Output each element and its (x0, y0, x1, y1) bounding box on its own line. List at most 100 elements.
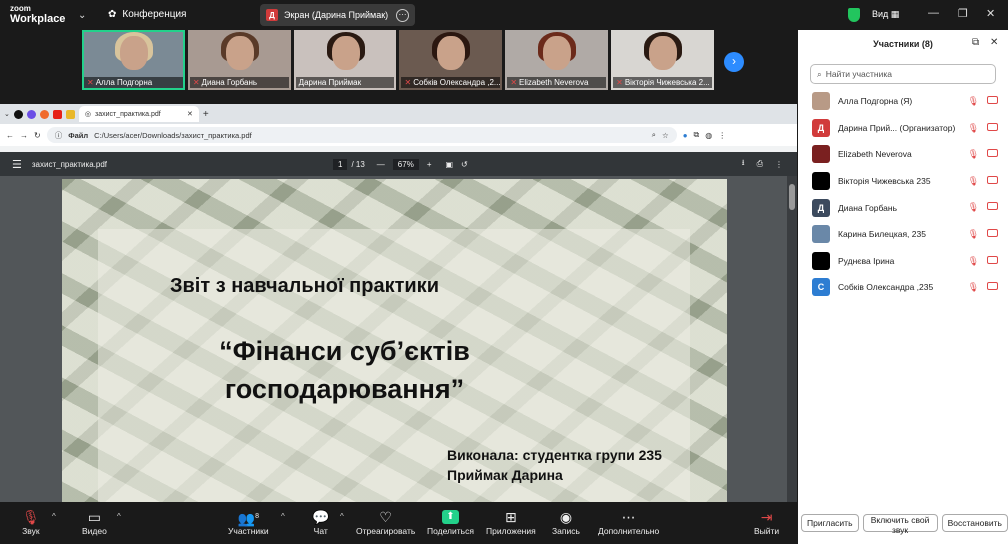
app-icon[interactable] (39, 109, 49, 119)
video-tile[interactable]: ✕ Вікторія Чижевська 2... (611, 30, 714, 90)
share-screen-button[interactable]: ⬆ Поделиться (427, 508, 474, 536)
participant-row[interactable]: Д Дарина Прий... (Организатор) 🎙 (798, 115, 1008, 142)
video-tile[interactable]: ✕ Алла Подгорна (82, 30, 185, 90)
url-field[interactable]: ⓘ Файл C:/Users/acer/Downloads/захист_пр… (46, 127, 677, 143)
extension-icon[interactable]: ● (683, 131, 688, 140)
more-options-icon[interactable]: ··· (396, 8, 409, 22)
hamburger-menu-icon[interactable]: ☰ (12, 158, 22, 171)
video-button[interactable]: ▭ Видео (82, 508, 107, 536)
youtube-icon[interactable] (52, 109, 62, 119)
participant-row[interactable]: Алла Подгорна (Я) 🎙 (798, 88, 1008, 115)
participants-options-icon[interactable]: ^ (281, 512, 285, 521)
forward-icon[interactable]: → (20, 131, 28, 140)
apps-button[interactable]: ⊞ Приложения (486, 508, 536, 536)
app-icon[interactable] (65, 109, 75, 119)
participants-button[interactable]: 👥8 Участники (228, 508, 269, 536)
extensions-puzzle-icon[interactable]: ⧉ (694, 130, 700, 140)
video-tile[interactable]: ✕ Собків Олександра ,2... (399, 30, 503, 90)
rotate-icon[interactable]: ↺ (461, 160, 468, 169)
tab-list-icon[interactable]: ⌄ (4, 110, 10, 118)
mic-muted-icon[interactable]: 🎙 (968, 256, 979, 267)
screen-share-indicator[interactable]: Д Экран (Дарина Приймак) ··· (260, 4, 415, 26)
camera-off-icon[interactable] (987, 228, 998, 237)
avatar: Д (812, 118, 830, 137)
invite-button[interactable]: Пригласить (801, 514, 859, 532)
close-panel-icon[interactable]: ✕ (990, 37, 998, 48)
profile-icon[interactable]: ◍ (705, 131, 712, 140)
pdf-toolbar: ☰ захист_практика.pdf 1 / 13 — 67% + ▣ ↺… (0, 152, 797, 176)
participant-row[interactable]: Руднєва Ірина 🎙 (798, 248, 1008, 275)
close-icon[interactable]: ✕ (986, 7, 995, 20)
zoom-out-icon[interactable]: — (377, 160, 385, 169)
print-icon[interactable]: ⎙ (757, 159, 763, 169)
video-tile[interactable]: Дарина Приймак (293, 30, 397, 90)
chevron-down-icon[interactable]: ⌄ (78, 10, 86, 21)
more-menu-icon[interactable]: ⋮ (775, 160, 783, 169)
gallery-next-icon[interactable]: › (724, 52, 744, 72)
back-icon[interactable]: ← (6, 131, 14, 140)
scrollbar[interactable] (787, 176, 797, 502)
security-shield-icon[interactable] (848, 8, 860, 22)
browser-menu-icon[interactable]: ⋮ (718, 131, 726, 140)
mic-muted-icon[interactable]: 🎙 (968, 96, 979, 107)
globe-icon: ◎ (84, 111, 91, 118)
react-button[interactable]: ♡ Отреагировать (356, 508, 415, 536)
mic-muted-icon[interactable]: 🎙 (968, 149, 979, 160)
more-button[interactable]: ⋯ Дополнительно (598, 508, 659, 536)
camera-off-icon[interactable] (987, 122, 998, 131)
participant-row[interactable]: Вікторія Чижевська 235 🎙 (798, 168, 1008, 195)
audio-button[interactable]: 🎙 Звук (22, 508, 40, 536)
audio-options-icon[interactable]: ^ (52, 512, 56, 521)
chat-options-icon[interactable]: ^ (340, 512, 344, 521)
participant-search-input[interactable]: ⌕ Найти участника (810, 64, 996, 84)
mic-muted-icon[interactable]: 🎙 (968, 229, 979, 240)
mic-muted-icon: ✕ (87, 78, 94, 87)
zoom-in-icon[interactable]: + (427, 160, 432, 169)
camera-off-icon[interactable] (987, 149, 998, 158)
video-options-icon[interactable]: ^ (117, 512, 121, 521)
zoom-window: zoom Workplace ⌄ ✿ Конференция Д Экран (… (0, 0, 1008, 544)
maximize-icon[interactable]: ❐ (958, 7, 968, 20)
record-button[interactable]: ◉ Запись (552, 508, 580, 536)
mic-muted-icon[interactable]: 🎙 (968, 123, 979, 134)
video-tile[interactable]: ✕ Elizabeth Neverova (505, 30, 609, 90)
mic-muted-icon[interactable]: 🎙 (968, 282, 979, 293)
minimize-icon[interactable]: — (928, 7, 939, 19)
video-label: Видео (82, 526, 107, 536)
camera-off-icon[interactable] (987, 255, 998, 264)
camera-off-icon[interactable] (987, 175, 998, 184)
apps-icon: ⊞ (505, 509, 517, 525)
camera-off-icon[interactable] (987, 282, 998, 291)
app-icon[interactable] (13, 109, 23, 119)
restore-button[interactable]: Восстановить (941, 514, 1008, 532)
mic-muted-icon[interactable]: 🎙 (968, 176, 979, 187)
unmute-self-button[interactable]: Включить свой звук (862, 514, 938, 535)
meeting-info[interactable]: ✿ Конференция (108, 9, 186, 20)
zoom-level[interactable]: 67% (392, 158, 419, 170)
page-number-input[interactable]: 1 (333, 158, 348, 170)
tab-pdf[interactable]: ◎ захист_практика.pdf ✕ (78, 106, 199, 122)
camera-off-icon[interactable] (987, 202, 998, 211)
fit-page-icon[interactable]: ▣ (445, 160, 453, 169)
new-tab-icon[interactable]: + (203, 109, 209, 120)
bookmark-star-icon[interactable]: ☆ (662, 131, 669, 140)
video-tile[interactable]: ✕ Диана Горбань (187, 30, 291, 90)
participant-row[interactable]: С Собків Олександра ,235 🎙 (798, 274, 1008, 301)
participant-row[interactable]: Elizabeth Neverova 🎙 (798, 141, 1008, 168)
mic-muted-icon: ✕ (510, 78, 518, 87)
close-tab-icon[interactable]: ✕ (187, 110, 193, 118)
participant-row[interactable]: Д Диана Горбань 🎙 (798, 194, 1008, 221)
download-icon[interactable]: ⭳ (742, 157, 745, 171)
chat-button[interactable]: 💬 Чат (312, 508, 329, 536)
leave-button[interactable]: ⇥ Выйти (754, 508, 779, 536)
app-icon[interactable] (26, 109, 36, 119)
leave-icon: ⇥ (760, 509, 773, 525)
view-button[interactable]: Вид ▦ (872, 9, 899, 20)
participant-row[interactable]: Карина Билецкая, 235 🎙 (798, 221, 1008, 248)
camera-off-icon[interactable] (987, 96, 998, 104)
more-icon: ⋯ (621, 509, 636, 525)
mic-muted-icon[interactable]: 🎙 (968, 202, 979, 213)
reload-icon[interactable]: ↻ (34, 131, 41, 140)
popout-icon[interactable]: ⧉ (972, 37, 979, 48)
zoom-lens-icon[interactable]: ⌕ (652, 130, 656, 140)
